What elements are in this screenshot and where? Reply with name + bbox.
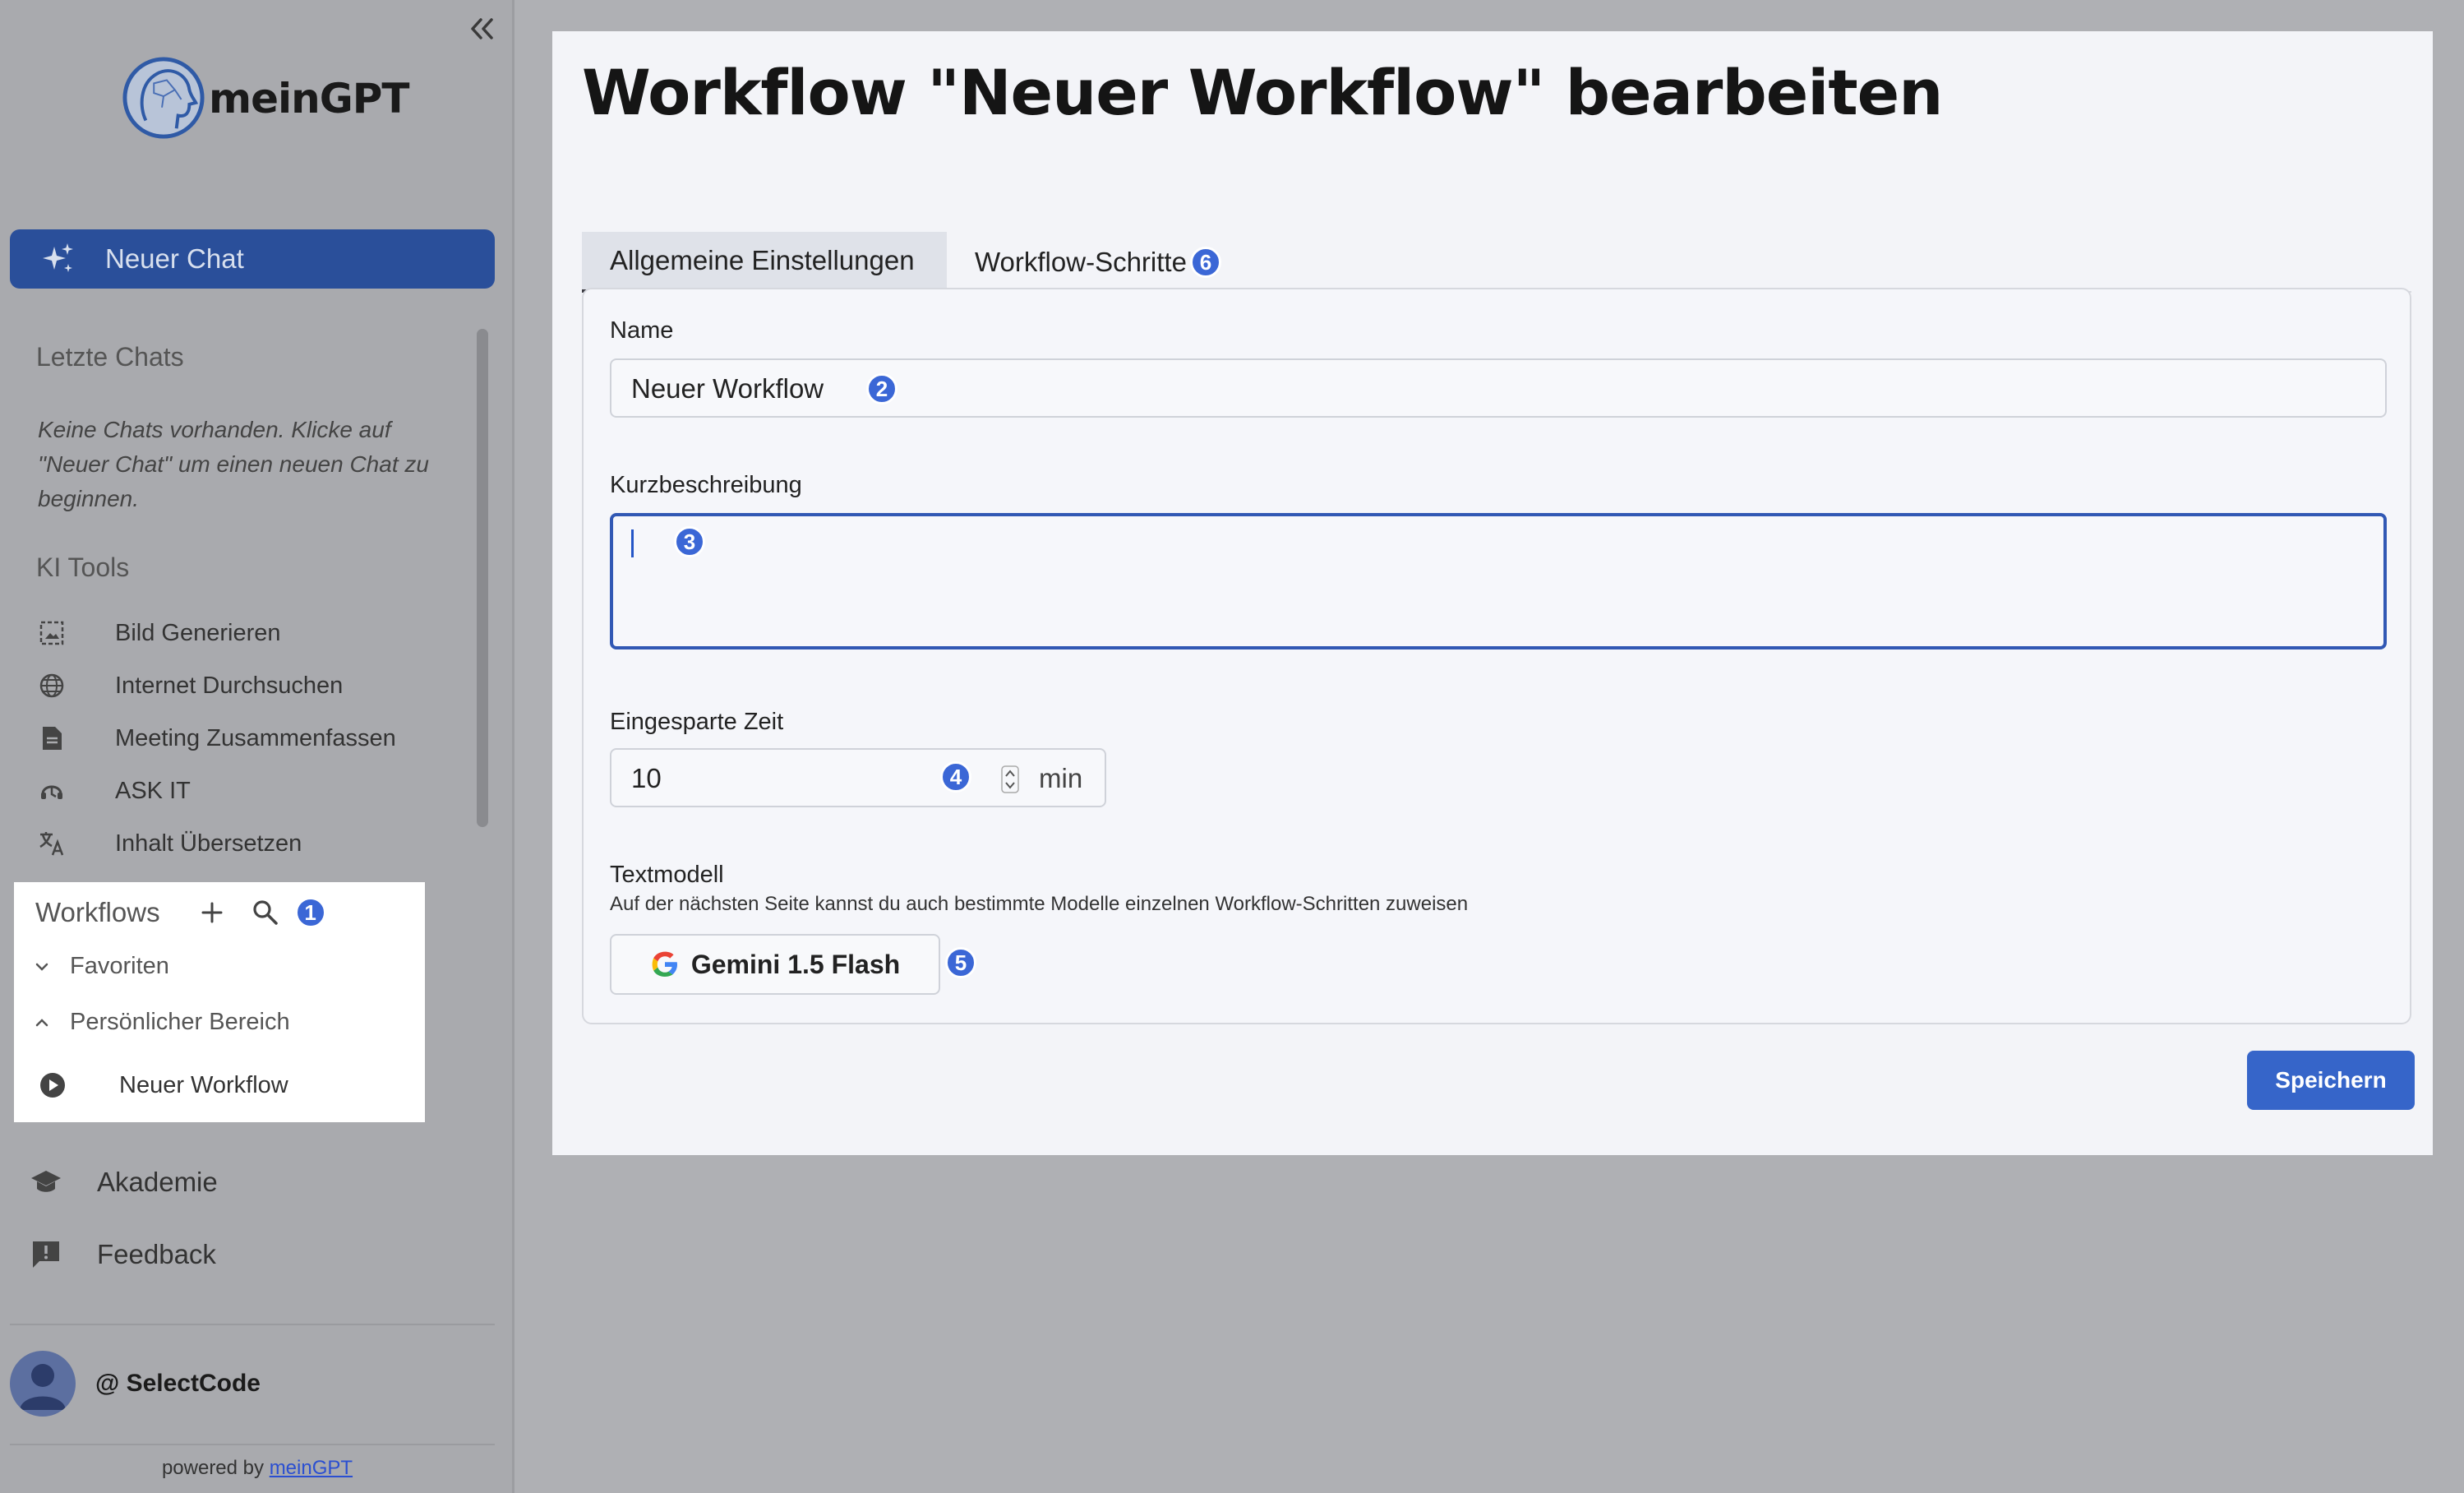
tool-label: Bild Generieren	[115, 619, 281, 646]
nav-akademie[interactable]: Akademie	[30, 1166, 218, 1199]
name-label: Name	[610, 317, 674, 344]
workflow-item-neuer-workflow[interactable]: Neuer Workflow	[39, 1071, 288, 1099]
sidebar: meinGPT Neuer Chat Letzte Chats Keine Ch…	[0, 0, 514, 1493]
saved-time-value: 10	[631, 763, 662, 793]
annotation-badge: 4	[940, 761, 971, 793]
workflow-group-favoriten[interactable]: Favoriten	[30, 953, 169, 980]
meingpt-link[interactable]: meinGPT	[270, 1457, 353, 1479]
tool-item-internet-durchsuchen[interactable]: Internet Durchsuchen	[36, 666, 343, 705]
description-textarea[interactable]: 3	[610, 513, 2387, 649]
name-value: Neuer Workflow	[631, 373, 824, 404]
nav-label: Akademie	[97, 1167, 218, 1197]
saved-time-input[interactable]: 10 4 min	[610, 748, 1106, 807]
annotation-badge: 6	[1189, 247, 1221, 278]
page-title: Workflow "Neuer Workflow" bearbeiten	[582, 56, 1943, 129]
support-icon	[36, 775, 67, 807]
tab-label: Allgemeine Einstellungen	[610, 245, 915, 275]
sparkles-icon	[43, 243, 73, 272]
workflow-group-label: Persönlicher Bereich	[70, 1009, 290, 1035]
tool-label: Internet Durchsuchen	[115, 672, 344, 699]
workflows-title: Workflows	[35, 897, 160, 927]
google-icon	[652, 951, 677, 977]
play-circle-icon	[40, 1073, 65, 1098]
search-icon[interactable]	[251, 898, 280, 927]
recent-chats-empty-note: Keine Chats vorhanden. Klicke auf "Neuer…	[38, 417, 429, 511]
workflow-item-label: Neuer Workflow	[119, 1071, 288, 1098]
recent-chats-title: Letzte Chats	[36, 342, 184, 372]
text-model-hint: Auf der nächsten Seite kannst du auch be…	[610, 893, 1469, 915]
workflow-editor-card: Workflow "Neuer Workflow" bearbeiten All…	[552, 31, 2433, 1155]
tab-allgemeine-einstellungen[interactable]: Allgemeine Einstellungen	[582, 232, 947, 293]
saved-time-label: Eingesparte Zeit	[610, 709, 784, 735]
sidebar-scrollbar[interactable]	[477, 329, 488, 827]
brain-head-icon	[122, 51, 205, 146]
brand-name: meinGPT	[209, 75, 410, 122]
tool-item-inhalt-uebersetzen[interactable]: Inhalt Übersetzen	[36, 824, 302, 863]
nav-feedback[interactable]: Feedback	[30, 1238, 216, 1271]
name-input[interactable]: Neuer Workflow 2	[610, 358, 2387, 418]
chevron-down-icon	[35, 963, 48, 971]
annotation-badge: 1	[294, 897, 326, 928]
annotation-badge: 2	[866, 373, 897, 404]
tab-label: Workflow-Schritte	[975, 247, 1187, 277]
ki-tools-title: KI Tools	[36, 552, 130, 582]
general-settings-form: Name Neuer Workflow 2 Kurzbeschreibung 3…	[582, 288, 2411, 1024]
tool-item-bild-generieren[interactable]: Bild Generieren	[36, 613, 281, 653]
globe-icon	[36, 670, 67, 701]
add-workflow-icon[interactable]	[198, 899, 226, 927]
number-spinner-icon[interactable]	[1001, 765, 1019, 794]
tab-workflow-schritte[interactable]: Workflow-Schritte 6	[975, 232, 1221, 293]
annotation-badge: 5	[945, 947, 976, 978]
username: @ SelectCode	[95, 1370, 261, 1397]
workflows-panel: Workflows 1 Favoriten Persönlicher Berei…	[14, 882, 425, 1122]
text-caret	[631, 529, 634, 557]
text-model-label: Textmodell	[610, 862, 724, 888]
workflow-group-persoenlicher-bereich[interactable]: Persönlicher Bereich	[30, 1009, 290, 1036]
user-profile[interactable]: @ SelectCode	[10, 1351, 261, 1417]
tool-label: Inhalt Übersetzen	[115, 830, 302, 857]
tab-bar: Allgemeine Einstellungen Workflow-Schrit…	[582, 201, 2411, 293]
text-model-select-button[interactable]: Gemini 1.5 Flash	[610, 934, 940, 995]
workflow-group-label: Favoriten	[70, 953, 169, 979]
text-model-value: Gemini 1.5 Flash	[690, 949, 901, 979]
translate-icon	[36, 828, 67, 859]
double-chevron-left-icon	[471, 18, 493, 39]
tool-item-ask-it[interactable]: ASK IT	[36, 771, 191, 811]
collapse-sidebar-button[interactable]	[465, 15, 498, 43]
avatar	[10, 1351, 76, 1417]
tool-label: Meeting Zusammenfassen	[115, 724, 396, 751]
workflows-header: Workflows 1	[35, 897, 326, 928]
chevron-up-icon	[35, 1018, 48, 1026]
sidebar-divider	[10, 1324, 495, 1325]
user-icon	[20, 1364, 66, 1410]
sidebar-divider	[10, 1444, 495, 1445]
tool-item-meeting-zusammenfassen[interactable]: Meeting Zusammenfassen	[36, 719, 396, 758]
document-icon	[36, 723, 67, 754]
new-chat-button[interactable]: Neuer Chat	[10, 229, 495, 289]
new-chat-label: Neuer Chat	[105, 243, 244, 274]
feedback-icon	[33, 1241, 59, 1268]
graduation-cap-icon	[31, 1171, 61, 1192]
saved-time-unit: min	[1039, 763, 1083, 793]
nav-label: Feedback	[97, 1239, 216, 1269]
powered-prefix: powered by	[161, 1457, 270, 1479]
annotation-badge: 3	[674, 526, 705, 557]
powered-by: powered by meinGPT	[0, 1457, 514, 1480]
brand-logo[interactable]: meinGPT	[122, 51, 410, 146]
image-icon	[36, 617, 67, 649]
tool-label: ASK IT	[115, 777, 191, 804]
description-label: Kurzbeschreibung	[610, 472, 802, 498]
save-button[interactable]: Speichern	[2247, 1051, 2415, 1110]
